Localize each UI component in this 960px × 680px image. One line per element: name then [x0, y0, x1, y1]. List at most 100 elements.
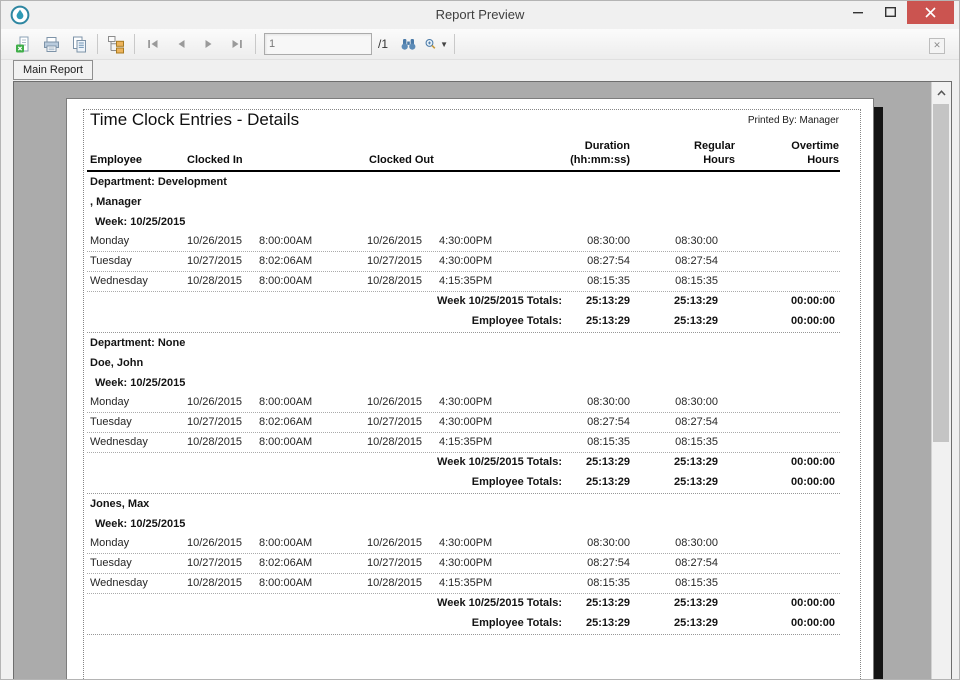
time-entry-row: Tuesday10/27/20158:02:06AM10/27/20154:30… [87, 413, 840, 433]
regular-hours-cell: 08:27:54 [675, 554, 718, 573]
nav-last-icon[interactable] [225, 32, 249, 56]
toolbar-separator [454, 34, 455, 54]
day-cell: Monday [90, 393, 129, 412]
totals-duration: 25:13:29 [586, 312, 630, 331]
scrollbar-thumb[interactable] [933, 104, 949, 442]
column-header-overtime-hours: Overtime Hours [791, 139, 839, 167]
employee-name: Doe, John [87, 353, 840, 373]
clocked-in-date-cell: 10/27/2015 [187, 413, 242, 432]
export-icon[interactable] [11, 32, 35, 56]
week-label: Week: 10/25/2015 [87, 373, 840, 393]
clocked-in-date-cell: 10/26/2015 [187, 534, 242, 553]
find-icon[interactable] [396, 32, 420, 56]
close-button[interactable] [907, 1, 954, 24]
tab-label: Main Report [23, 64, 83, 76]
day-cell: Wednesday [90, 574, 148, 593]
nav-prev-icon[interactable] [169, 32, 193, 56]
chevron-down-icon: ▼ [440, 40, 448, 49]
employee-totals-row: Employee Totals:25:13:2925:13:2900:00:00 [87, 473, 840, 493]
clocked-out-time-cell: 4:30:00PM [439, 232, 492, 251]
copy-icon[interactable] [67, 32, 91, 56]
page-number-input[interactable] [264, 33, 372, 55]
totals-duration: 25:13:29 [586, 453, 630, 472]
department-label: Department: Development [87, 172, 840, 192]
vertical-scrollbar[interactable] [931, 82, 951, 680]
report-body: Department: Development, Manager Week: 10… [87, 172, 840, 635]
totals-label: Week 10/25/2015 Totals: [437, 594, 562, 613]
time-entry-row: Monday10/26/20158:00:00AM10/26/20154:30:… [87, 534, 840, 554]
clocked-out-date-cell: 10/26/2015 [367, 534, 422, 553]
toolbar-close-icon[interactable]: ✕ [929, 38, 945, 54]
totals-regular-hours: 25:13:29 [674, 594, 718, 613]
clocked-out-time-cell: 4:30:00PM [439, 393, 492, 412]
toolbar-separator [97, 34, 98, 54]
week-totals-row: Week 10/25/2015 Totals:25:13:2925:13:290… [87, 292, 840, 312]
clocked-in-time-cell: 8:00:00AM [259, 272, 312, 291]
titlebar: Report Preview [1, 1, 959, 29]
clocked-out-date-cell: 10/28/2015 [367, 433, 422, 452]
clocked-in-date-cell: 10/26/2015 [187, 232, 242, 251]
clocked-out-date-cell: 10/27/2015 [367, 413, 422, 432]
totals-regular-hours: 25:13:29 [674, 614, 718, 633]
time-entry-row: Wednesday10/28/20158:00:00AM10/28/20154:… [87, 574, 840, 594]
clocked-out-time-cell: 4:30:00PM [439, 534, 492, 553]
group-tree-icon[interactable] [104, 32, 128, 56]
duration-cell: 08:15:35 [587, 433, 630, 452]
clocked-out-date-cell: 10/28/2015 [367, 272, 422, 291]
duration-cell: 08:30:00 [587, 534, 630, 553]
regular-hours-cell: 08:30:00 [675, 534, 718, 553]
employee-totals-row: Employee Totals:25:13:2925:13:2900:00:00 [87, 312, 840, 332]
totals-label: Week 10/25/2015 Totals: [437, 292, 562, 311]
totals-overtime-hours: 00:00:00 [791, 292, 835, 311]
printed-by-label: Printed By: Manager [748, 115, 839, 126]
totals-overtime-hours: 00:00:00 [791, 453, 835, 472]
regular-hours-cell: 08:30:00 [675, 232, 718, 251]
column-header-clocked-out: Clocked Out [369, 153, 434, 167]
day-cell: Wednesday [90, 433, 148, 452]
report-section: Department: Development, ManagerWeek: 10… [87, 172, 840, 333]
duration-cell: 08:30:00 [587, 232, 630, 251]
totals-duration: 25:13:29 [586, 614, 630, 633]
totals-regular-hours: 25:13:29 [674, 473, 718, 492]
clocked-out-date-cell: 10/27/2015 [367, 252, 422, 271]
totals-duration: 25:13:29 [586, 292, 630, 311]
clocked-in-date-cell: 10/28/2015 [187, 433, 242, 452]
department-label: Department: None [87, 333, 840, 353]
totals-overtime-hours: 00:00:00 [791, 594, 835, 613]
totals-duration: 25:13:29 [586, 594, 630, 613]
employee-name: , Manager [87, 192, 840, 212]
scrollbar-up-icon[interactable] [932, 82, 951, 103]
clocked-in-date-cell: 10/28/2015 [187, 574, 242, 593]
totals-regular-hours: 25:13:29 [674, 312, 718, 331]
duration-cell: 08:27:54 [587, 252, 630, 271]
clocked-out-date-cell: 10/26/2015 [367, 232, 422, 251]
print-icon[interactable] [39, 32, 63, 56]
nav-first-icon[interactable] [141, 32, 165, 56]
column-header-duration: Duration (hh:mm:ss) [570, 139, 630, 167]
clocked-out-time-cell: 4:30:00PM [439, 554, 492, 573]
clocked-out-time-cell: 4:15:35PM [439, 574, 492, 593]
clocked-in-time-cell: 8:00:00AM [259, 393, 312, 412]
maximize-button[interactable] [875, 1, 905, 23]
report-title: Time Clock Entries - Details [90, 110, 299, 130]
tab-bar: Main Report [1, 60, 959, 81]
minimize-button[interactable] [843, 1, 873, 23]
week-label: Week: 10/25/2015 [87, 514, 840, 534]
time-entry-row: Wednesday10/28/20158:00:00AM10/28/20154:… [87, 433, 840, 453]
clocked-in-time-cell: 8:00:00AM [259, 433, 312, 452]
totals-regular-hours: 25:13:29 [674, 453, 718, 472]
nav-next-icon[interactable] [197, 32, 221, 56]
page-count-label: /1 [378, 37, 388, 51]
clocked-in-time-cell: 8:02:06AM [259, 554, 312, 573]
toolbar: /1 ▼ ✕ [1, 29, 959, 60]
report-section: Jones, MaxWeek: 10/25/2015Monday10/26/20… [87, 494, 840, 635]
totals-label: Employee Totals: [472, 614, 562, 633]
tab-main-report[interactable]: Main Report [13, 60, 93, 80]
regular-hours-cell: 08:15:35 [675, 433, 718, 452]
regular-hours-cell: 08:15:35 [675, 272, 718, 291]
time-entry-row: Monday10/26/20158:00:00AM10/26/20154:30:… [87, 232, 840, 252]
regular-hours-cell: 08:15:35 [675, 574, 718, 593]
day-cell: Tuesday [90, 252, 132, 271]
zoom-icon[interactable]: ▼ [424, 32, 448, 56]
column-header-clocked-in: Clocked In [187, 153, 243, 167]
